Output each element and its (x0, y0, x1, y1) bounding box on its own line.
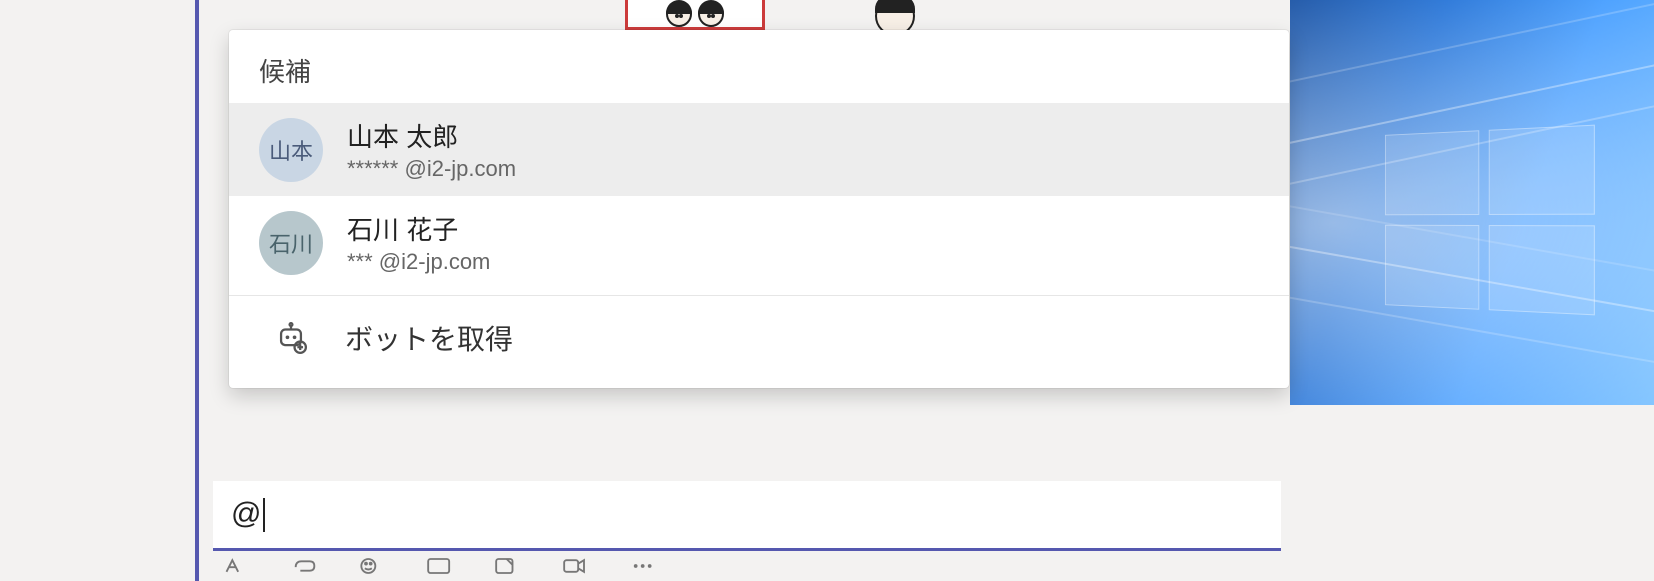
compose-typed-text: @ (231, 497, 261, 530)
illustration-person-icon (698, 1, 724, 27)
windows-logo-icon (1385, 125, 1595, 316)
attach-icon[interactable] (291, 557, 319, 575)
illustration-people-frame (625, 0, 765, 30)
popup-header: 候補 (229, 30, 1289, 103)
emoji-icon[interactable] (359, 557, 387, 575)
divider (229, 295, 1289, 296)
suggestion-item[interactable]: 石川 石川 花子 *** @i2-jp.com (229, 196, 1289, 289)
suggestion-email: ****** @i2-jp.com (347, 156, 516, 182)
teams-channel-pane: 候補 山本 山本 太郎 ****** @i2-jp.com 石川 石川 花子 *… (195, 0, 1290, 581)
message-compose-box[interactable]: @ (213, 481, 1281, 551)
welcome-illustration (625, 0, 1005, 30)
get-bots-label: ボットを取得 (345, 318, 513, 358)
compose-text: @ (231, 497, 265, 532)
format-icon[interactable] (223, 557, 251, 575)
avatar: 石川 (259, 211, 323, 275)
mention-suggestion-popup: 候補 山本 山本 太郎 ****** @i2-jp.com 石川 石川 花子 *… (229, 30, 1289, 388)
meet-icon[interactable] (563, 557, 591, 575)
more-icon[interactable] (631, 557, 659, 575)
suggestion-name: 山本 太郎 (347, 117, 516, 154)
suggestion-name: 石川 花子 (347, 210, 490, 247)
bot-icon (269, 316, 313, 360)
suggestion-item[interactable]: 山本 山本 太郎 ****** @i2-jp.com (229, 103, 1289, 196)
illustration-person-icon (666, 1, 692, 27)
compose-toolbar (213, 557, 1281, 581)
avatar: 山本 (259, 118, 323, 182)
suggestion-email: *** @i2-jp.com (347, 249, 490, 275)
text-caret (263, 498, 265, 532)
get-bots-action[interactable]: ボットを取得 (229, 298, 1289, 378)
sticker-icon[interactable] (495, 557, 523, 575)
gif-icon[interactable] (427, 557, 455, 575)
